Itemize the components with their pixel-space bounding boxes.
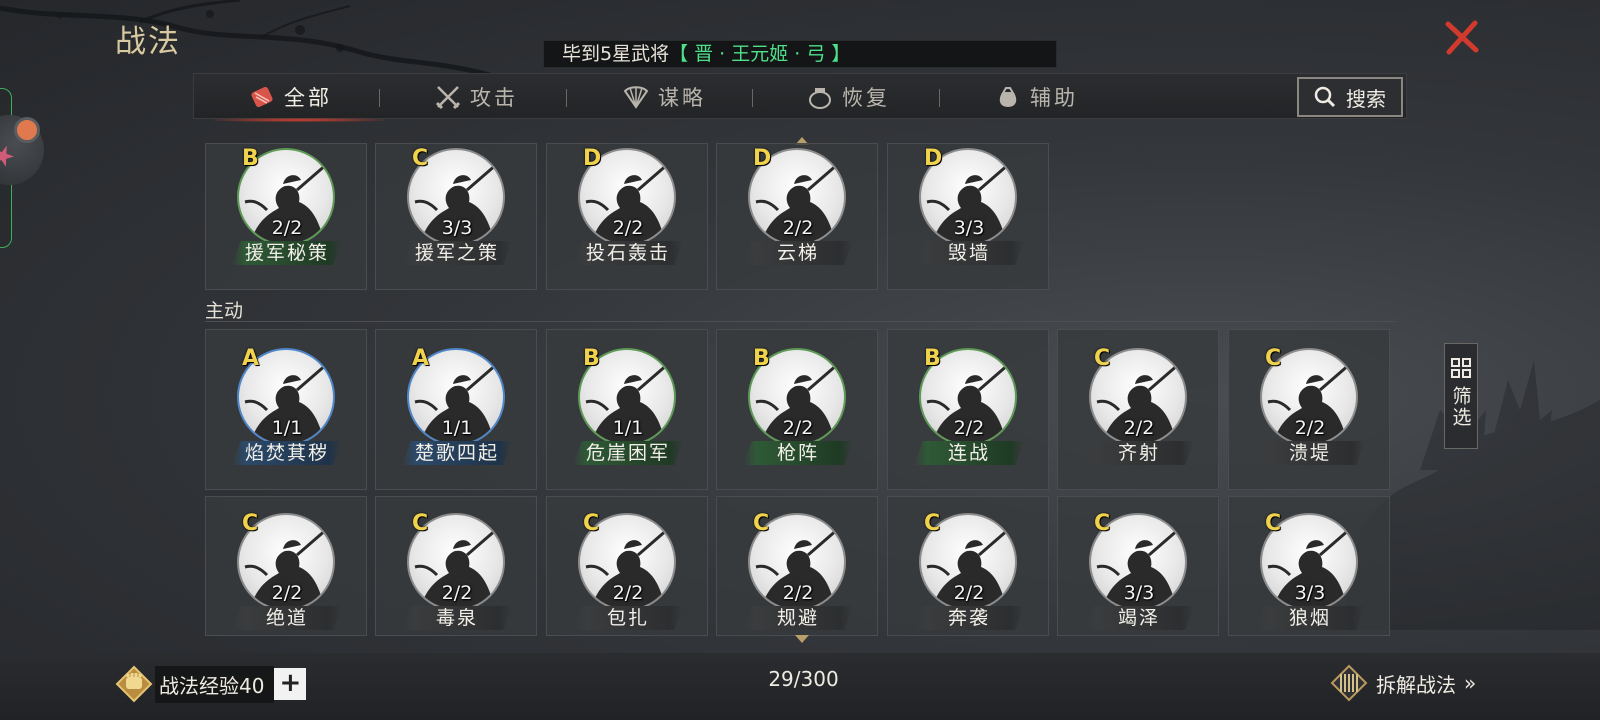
skill-name: 云梯 [743, 241, 853, 265]
skill-name: 竭泽 [1084, 606, 1194, 630]
skill-card[interactable]: C 2/2 溃堤 [1228, 329, 1390, 490]
skill-level: 1/1 [612, 417, 644, 439]
filter-label: 筛选 [1449, 386, 1472, 428]
skill-card[interactable]: B 2/2 援军秘策 [205, 143, 367, 290]
skill-level: 2/2 [782, 582, 814, 604]
skill-name: 奔袭 [914, 606, 1024, 630]
skill-level: 1/1 [271, 417, 303, 439]
skill-card[interactable]: B 1/1 危崖困军 [546, 329, 708, 490]
skill-level: 2/2 [612, 217, 644, 239]
dismantle-label: 拆解战法 [1376, 672, 1456, 697]
skill-name: 溃堤 [1255, 441, 1365, 465]
skill-name: 狼烟 [1255, 606, 1365, 630]
skill-grade: D [583, 146, 602, 171]
skill-card[interactable]: C 2/2 包扎 [546, 496, 708, 636]
skill-level: 2/2 [612, 582, 644, 604]
skill-name: 援军秘策 [232, 241, 342, 265]
skill-card[interactable]: C 2/2 规避 [716, 496, 878, 636]
skill-card[interactable]: C 3/3 援军之策 [375, 143, 537, 290]
skill-level: 2/2 [953, 417, 985, 439]
skill-name: 危崖困军 [573, 441, 683, 465]
add-exp-button[interactable]: + [274, 668, 307, 700]
skill-name: 焰焚萁秽 [232, 441, 342, 465]
skill-level: 3/3 [953, 217, 985, 239]
skill-card[interactable]: C 2/2 齐射 [1057, 329, 1219, 490]
skill-card[interactable]: C 3/3 竭泽 [1057, 496, 1219, 636]
skill-level: 2/2 [1294, 417, 1326, 439]
grid-filter-icon [1451, 358, 1471, 378]
skill-level: 1/1 [441, 417, 473, 439]
skill-grade: B [753, 346, 770, 371]
skill-name: 枪阵 [743, 441, 853, 465]
skill-grade: B [924, 346, 941, 371]
skill-level: 2/2 [271, 217, 303, 239]
skill-level: 2/2 [271, 582, 303, 604]
skill-name: 援军之策 [402, 241, 512, 265]
skill-name: 毁墙 [914, 241, 1024, 265]
skill-level: 2/2 [782, 217, 814, 239]
gate-icon [1330, 664, 1368, 702]
skill-name: 毒泉 [402, 606, 512, 630]
skill-level: 2/2 [441, 582, 473, 604]
skill-card[interactable]: C 2/2 绝道 [205, 496, 367, 636]
section-divider [205, 321, 1395, 322]
skill-card[interactable]: D 3/3 毁墙 [887, 143, 1049, 290]
double-chevron-icon: » [1464, 671, 1477, 695]
dismantle-skill-button[interactable]: 拆解战法 » [1330, 664, 1476, 702]
skill-name: 包扎 [573, 606, 683, 630]
skill-card[interactable]: C 2/2 毒泉 [375, 496, 537, 636]
skill-name: 齐射 [1084, 441, 1194, 465]
skill-level: 3/3 [441, 217, 473, 239]
skill-card[interactable]: D 2/2 云梯 [716, 143, 878, 290]
skill-grade: B [242, 146, 259, 171]
skill-card[interactable]: B 2/2 连战 [887, 329, 1049, 490]
skill-name: 绝道 [232, 606, 342, 630]
skill-card[interactable]: A 1/1 楚歌四起 [375, 329, 537, 490]
skill-grade: D [753, 146, 772, 171]
skill-grade: C [412, 511, 429, 536]
skill-grade: C [412, 146, 429, 171]
skill-grade: C [1265, 511, 1282, 536]
skill-level: 2/2 [1123, 417, 1155, 439]
skill-grade: C [924, 511, 941, 536]
skill-name: 楚歌四起 [402, 441, 512, 465]
skill-level: 2/2 [953, 582, 985, 604]
skill-grade: D [924, 146, 943, 171]
skills-screen: 战法 毕到5星武将【 晋 · 王元姬 · 弓 】 全部 攻击 谋略 恢复 辅助 … [0, 0, 1600, 720]
skill-card[interactable]: C 2/2 奔袭 [887, 496, 1049, 636]
skill-grade: A [242, 346, 260, 371]
skill-card[interactable]: A 1/1 焰焚萁秽 [205, 329, 367, 490]
skill-grade: C [242, 511, 259, 536]
skill-name: 规避 [743, 606, 853, 630]
skill-grade: A [412, 346, 430, 371]
filter-button[interactable]: 筛选 [1444, 343, 1478, 449]
skill-name: 投石轰击 [573, 241, 683, 265]
skill-grade: C [583, 511, 600, 536]
skill-grade: C [753, 511, 770, 536]
skill-grid: B 2/2 援军秘策 C 3/3 援军之策 D 2/2 投石轰击 D 2/2 云梯 D 3/3 毁墙 A 1/1… [0, 0, 1600, 720]
skill-grade: C [1265, 346, 1282, 371]
scroll-down-indicator [795, 635, 809, 643]
skill-grade: C [1094, 346, 1111, 371]
skill-exp-text: 战法经验40 [155, 665, 275, 703]
skill-level: 3/3 [1123, 582, 1155, 604]
skill-card[interactable]: D 2/2 投石轰击 [546, 143, 708, 290]
skill-count: 29/300 [768, 667, 839, 691]
section-active-label: 主动 [205, 300, 244, 322]
skill-exp-panel: 战法经验40 + [115, 665, 307, 703]
skill-grade: B [583, 346, 600, 371]
skill-card[interactable]: C 3/3 狼烟 [1228, 496, 1390, 636]
skill-level: 3/3 [1294, 582, 1326, 604]
skill-grade: C [1094, 511, 1111, 536]
fist-emblem-icon [115, 665, 153, 703]
skill-card[interactable]: B 2/2 枪阵 [716, 329, 878, 490]
skill-name: 连战 [914, 441, 1024, 465]
skill-level: 2/2 [782, 417, 814, 439]
